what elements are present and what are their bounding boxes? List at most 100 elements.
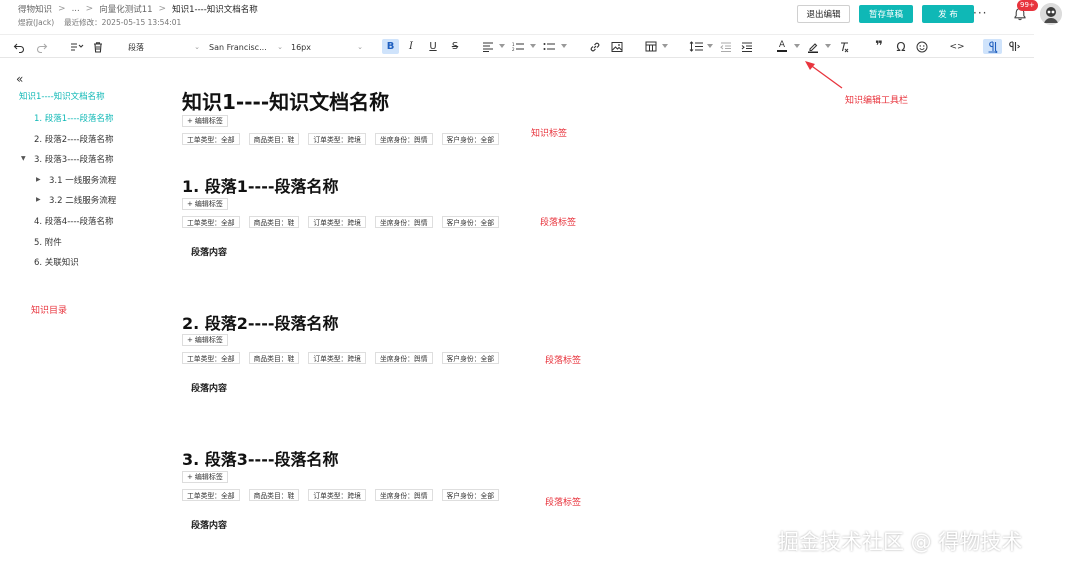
tag[interactable]: 工单类型：全部 <box>182 489 240 501</box>
rtl-direction-icon[interactable] <box>1007 39 1021 54</box>
exit-edit-button[interactable]: 退出编辑 <box>797 5 850 23</box>
tag[interactable]: 工单类型：全部 <box>182 133 240 145</box>
last-modified-label: 最近修改： <box>64 18 102 27</box>
underline-button[interactable]: U <box>426 39 440 54</box>
caret-right-icon[interactable]: ▶ <box>36 176 41 183</box>
toc-item[interactable]: 6. 关联知识 <box>34 256 79 268</box>
section-heading[interactable]: 2. 段落2----段落名称 <box>182 310 338 334</box>
paragraph-content[interactable]: 段落内容 <box>191 245 227 258</box>
chevron-down-icon[interactable] <box>530 44 536 48</box>
block-type-value: 段落 <box>128 42 144 52</box>
tag[interactable]: 订单类型：跨境 <box>308 352 366 364</box>
tag[interactable]: 订单类型：跨境 <box>308 133 366 145</box>
tag[interactable]: 商品类目：鞋 <box>248 133 300 145</box>
save-draft-button[interactable]: 暂存草稿 <box>859 5 913 23</box>
strikethrough-button[interactable]: S <box>448 39 462 54</box>
tag[interactable]: 坐席身份：舆情 <box>374 216 433 228</box>
paragraph-tags: 工单类型：全部 商品类目：鞋 订单类型：跨境 坐席身份：舆情 客户身份：全部 <box>182 489 500 501</box>
toc-title[interactable]: 知识1----知识文档名称 <box>19 90 105 102</box>
tag[interactable]: 工单类型：全部 <box>182 216 240 228</box>
edit-tag-label: 编辑标签 <box>194 473 223 481</box>
line-height-icon[interactable] <box>688 39 704 54</box>
link-icon[interactable] <box>588 39 602 54</box>
toc-item[interactable]: 4. 段落4----段落名称 <box>34 215 114 227</box>
tag[interactable]: 工单类型：全部 <box>182 352 240 364</box>
bullet-list-icon[interactable] <box>542 39 556 54</box>
font-size-select[interactable]: 16px ⌄ <box>291 40 363 54</box>
breadcrumb-item[interactable]: 得物知识 <box>18 3 52 15</box>
collapse-sidebar-icon[interactable]: « <box>16 72 23 86</box>
tag[interactable]: 订单类型：跨境 <box>308 216 366 228</box>
section-heading[interactable]: 1. 段落1----段落名称 <box>182 173 338 197</box>
edit-tag-button[interactable]: + 编辑标签 <box>182 471 228 483</box>
edit-tag-button[interactable]: + 编辑标签 <box>182 115 228 127</box>
chevron-down-icon[interactable] <box>794 44 800 48</box>
tag[interactable]: 坐席身份：舆情 <box>374 352 433 364</box>
section-heading[interactable]: 3. 段落3----段落名称 <box>182 446 338 470</box>
breadcrumb-item[interactable]: 向量化测试11 <box>99 3 152 15</box>
toc-item[interactable]: 3. 段落3----段落名称 <box>34 153 114 165</box>
chevron-down-icon[interactable] <box>825 44 831 48</box>
toc-item[interactable]: 1. 段落1----段落名称 <box>34 112 114 124</box>
tag[interactable]: 客户身份：全部 <box>441 133 500 145</box>
avatar[interactable] <box>1040 3 1062 25</box>
more-icon[interactable]: ··· <box>973 6 987 20</box>
toc-item[interactable]: 3.2 二线服务流程 <box>49 194 116 206</box>
doc-meta: 煜寂(Jack) 最近修改：2025-05-15 13:54:01 <box>18 17 181 28</box>
tag[interactable]: 客户身份：全部 <box>441 352 500 364</box>
paragraph-content[interactable]: 段落内容 <box>191 381 227 394</box>
chevron-down-icon: ⌄ <box>194 43 200 51</box>
bold-button[interactable]: B <box>382 39 399 54</box>
font-color-icon[interactable]: A <box>775 39 789 54</box>
tag[interactable]: 订单类型：跨境 <box>308 489 366 501</box>
table-icon[interactable] <box>644 39 658 54</box>
tag[interactable]: 坐席身份：舆情 <box>374 133 433 145</box>
tag[interactable]: 客户身份：全部 <box>441 216 500 228</box>
indent-icon[interactable] <box>740 39 754 54</box>
format-clear-icon[interactable] <box>69 39 85 54</box>
toc-item[interactable]: 2. 段落2----段落名称 <box>34 133 114 145</box>
tag[interactable]: 客户身份：全部 <box>441 489 500 501</box>
chevron-down-icon[interactable] <box>561 44 567 48</box>
edit-tag-button[interactable]: + 编辑标签 <box>182 334 228 346</box>
caret-right-icon[interactable]: ▶ <box>36 196 41 203</box>
chevron-down-icon[interactable] <box>499 44 505 48</box>
highlight-icon[interactable] <box>806 39 820 54</box>
quote-icon[interactable]: ❞ <box>872 39 886 54</box>
annotation-toc: 知识目录 <box>31 306 68 316</box>
tag[interactable]: 商品类目：鞋 <box>248 489 300 501</box>
tag[interactable]: 商品类目：鞋 <box>248 216 300 228</box>
chevron-down-icon[interactable] <box>707 44 713 48</box>
chevron-right-icon: > <box>85 4 94 14</box>
special-char-icon[interactable]: Ω <box>894 39 908 54</box>
watermark: 掘金技术社区 @ 得物技术 <box>778 530 1023 554</box>
chevron-down-icon[interactable] <box>662 44 668 48</box>
toc-item[interactable]: 3.1 一线服务流程 <box>49 174 116 186</box>
publish-button[interactable]: 发 布 <box>922 5 974 23</box>
caret-down-icon[interactable]: ▼ <box>21 155 26 162</box>
image-icon[interactable] <box>610 39 624 54</box>
tag[interactable]: 商品类目：鞋 <box>248 352 300 364</box>
edit-tag-button[interactable]: + 编辑标签 <box>182 198 228 210</box>
font-family-select[interactable]: San Francisc... ⌄ <box>209 40 283 54</box>
outdent-icon[interactable] <box>719 39 733 54</box>
plus-icon: + <box>187 200 193 208</box>
redo-icon[interactable] <box>35 39 49 54</box>
toc-item[interactable]: 5. 附件 <box>34 236 62 248</box>
undo-icon[interactable] <box>12 39 26 54</box>
clear-format-icon[interactable] <box>837 39 851 54</box>
trash-icon[interactable] <box>91 39 105 54</box>
breadcrumb-item[interactable]: ... <box>72 4 80 14</box>
emoji-icon[interactable] <box>915 39 929 54</box>
code-icon[interactable]: <> <box>949 39 964 54</box>
breadcrumb: 得物知识 > ... > 向量化测试11 > 知识1----知识文档名称 <box>18 3 258 15</box>
paragraph-content[interactable]: 段落内容 <box>191 518 227 531</box>
svg-text:2: 2 <box>512 47 515 52</box>
ordered-list-icon[interactable]: 12 <box>511 39 525 54</box>
align-left-icon[interactable] <box>481 39 495 54</box>
ltr-direction-icon[interactable] <box>983 39 1002 54</box>
document-title[interactable]: 知识1----知识文档名称 <box>182 86 389 115</box>
block-type-select[interactable]: 段落 ⌄ <box>128 40 200 54</box>
italic-button[interactable]: I <box>404 39 418 54</box>
tag[interactable]: 坐席身份：舆情 <box>374 489 433 501</box>
